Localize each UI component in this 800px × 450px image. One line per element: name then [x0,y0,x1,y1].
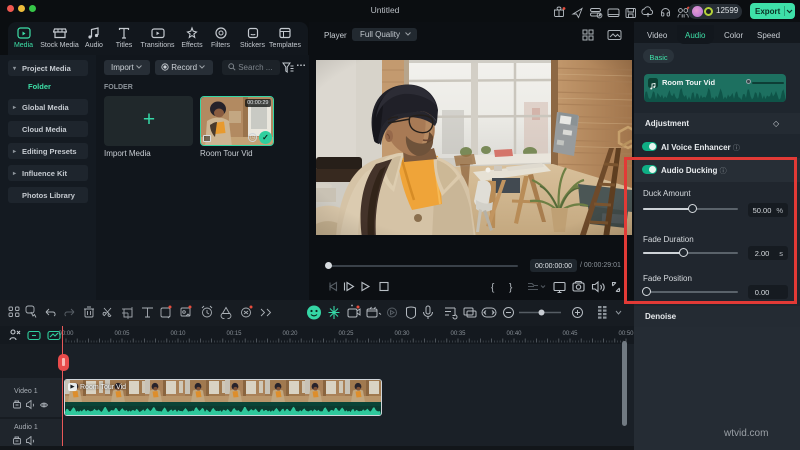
svg-text:}: } [509,283,513,294]
svg-text:{: { [491,283,495,294]
svg-text:00:15: 00:15 [226,331,242,337]
svg-text:00:45: 00:45 [562,331,578,337]
svg-text:00:05: 00:05 [114,331,130,337]
svg-text:00:30: 00:30 [394,331,410,337]
svg-text:00:35: 00:35 [450,331,466,337]
svg-text:00:10: 00:10 [170,331,186,337]
svg-text:00:50: 00:50 [618,331,634,337]
svg-text:00:20: 00:20 [282,331,298,337]
svg-text:00:40: 00:40 [506,331,522,337]
svg-text:00:25: 00:25 [338,331,354,337]
